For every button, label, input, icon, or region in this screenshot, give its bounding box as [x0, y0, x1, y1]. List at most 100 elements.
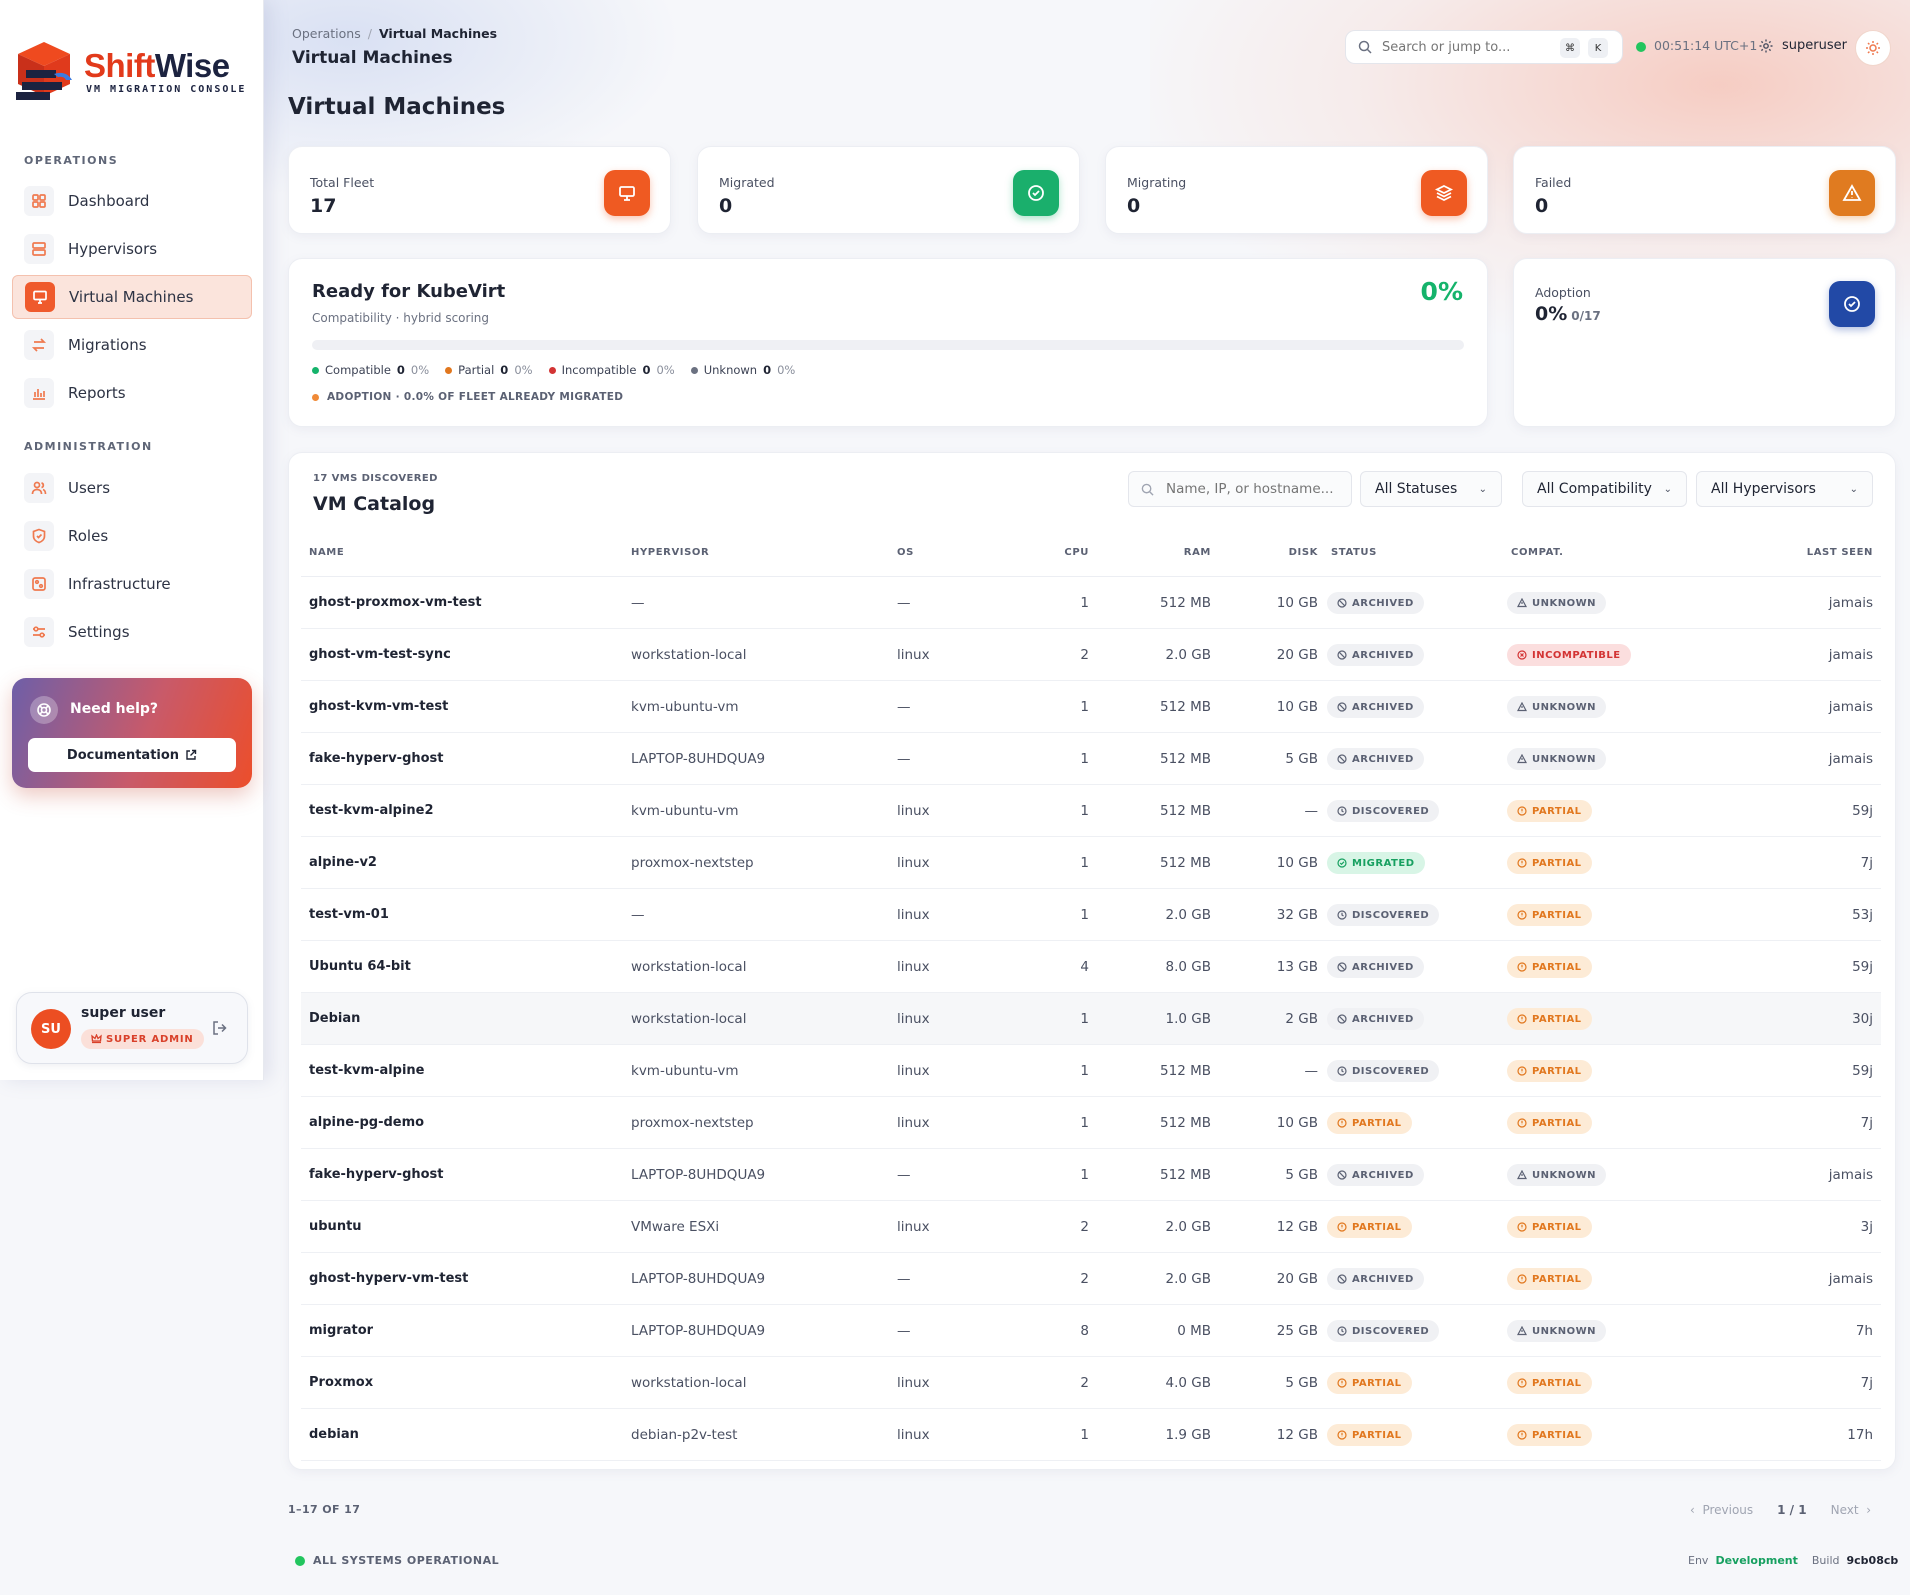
previous-page-button[interactable]: ‹ Previous — [1690, 1503, 1753, 1517]
vm-count: 17 VMS DISCOVERED — [313, 473, 438, 484]
sidebar-item-virtual-machines[interactable]: Virtual Machines — [12, 275, 252, 319]
table-row[interactable]: test-vm-01 — linux 1 2.0 GB 32 GB DISCOVERED PA… — [301, 889, 1881, 941]
warning-icon — [1829, 170, 1875, 216]
col-compat[interactable]: COMPAT. — [1511, 547, 1563, 558]
table-row[interactable]: alpine-v2 proxmox-nextstep linux 1 512 MB 10 … — [301, 837, 1881, 889]
header-username[interactable]: superuser — [1782, 38, 1847, 53]
table-row[interactable]: ghost-vm-test-sync workstation-local linux… — [301, 629, 1881, 681]
vm-name[interactable]: ghost-vm-test-sync — [309, 647, 451, 662]
monitor-icon — [604, 170, 650, 216]
vm-name[interactable]: ghost-hyperv-vm-test — [309, 1271, 468, 1286]
col-name[interactable]: NAME — [309, 547, 344, 558]
col-cpu[interactable]: CPU — [1009, 547, 1089, 558]
documentation-button[interactable]: Documentation — [28, 738, 236, 772]
compat-badge: UNKNOWN — [1507, 1320, 1607, 1342]
sidebar-item-dashboard[interactable]: Dashboard — [12, 179, 252, 223]
vm-last-seen: jamais — [1828, 751, 1873, 767]
vm-name[interactable]: test-vm-01 — [309, 907, 389, 922]
vm-disk: — — [1304, 803, 1319, 819]
vm-name[interactable]: ghost-proxmox-vm-test — [309, 595, 482, 610]
vm-search[interactable] — [1128, 471, 1352, 507]
table-row[interactable]: alpine-pg-demo proxmox-nextstep linux 1 512 … — [301, 1097, 1881, 1149]
vm-cpu: 1 — [1080, 751, 1089, 767]
app-logo[interactable]: ShiftWise VM MIGRATION CONSOLE — [14, 40, 246, 104]
table-row[interactable]: ghost-hyperv-vm-test LAPTOP-8UHDQUA9 — 2 2.0… — [301, 1253, 1881, 1305]
col-ram[interactable]: RAM — [1111, 547, 1211, 558]
vm-search-input[interactable] — [1166, 481, 1346, 497]
next-page-button[interactable]: Next › — [1831, 1503, 1871, 1517]
vm-name[interactable]: alpine-pg-demo — [309, 1115, 424, 1130]
hypervisor-filter-select[interactable]: All Hypervisors ⌄ — [1696, 471, 1873, 507]
vm-name[interactable]: migrator — [309, 1323, 373, 1338]
vm-name[interactable]: Proxmox — [309, 1375, 373, 1390]
breadcrumb-operations[interactable]: Operations — [292, 26, 361, 41]
table-row[interactable]: fake-hyperv-ghost LAPTOP-8UHDQUA9 — 1 512 MB… — [301, 733, 1881, 785]
catalog-title: VM Catalog — [313, 493, 436, 515]
alert-circle-icon — [1517, 1118, 1527, 1128]
vm-ram: 512 MB — [1160, 751, 1211, 767]
vm-last-seen: 59j — [1852, 803, 1873, 819]
table-row[interactable]: ubuntu VMware ESXi linux 2 2.0 GB 12 GB PARTIA… — [301, 1201, 1881, 1253]
vm-os: linux — [897, 1427, 930, 1443]
vm-cpu: 1 — [1080, 803, 1089, 819]
vm-name[interactable]: fake-hyperv-ghost — [309, 1167, 444, 1182]
vm-name[interactable]: fake-hyperv-ghost — [309, 751, 444, 766]
status-badge: DISCOVERED — [1327, 1060, 1440, 1082]
sidebar-item-roles[interactable]: Roles — [12, 514, 252, 558]
external-link-icon — [186, 749, 197, 760]
gear-icon[interactable] — [1758, 38, 1774, 54]
lifebuoy-icon — [30, 696, 58, 724]
vm-cpu: 2 — [1080, 1271, 1089, 1287]
compat-badge: UNKNOWN — [1507, 748, 1607, 770]
clock-icon — [1337, 806, 1347, 816]
table-row[interactable]: ghost-proxmox-vm-test — — 1 512 MB 10 GB ARCHI… — [301, 577, 1881, 629]
theme-toggle-button[interactable] — [1855, 30, 1891, 66]
sidebar-item-users[interactable]: Users — [12, 466, 252, 510]
table-row[interactable]: ghost-kvm-vm-test kvm-ubuntu-vm — 1 512 MB 10… — [301, 681, 1881, 733]
col-hypervisor[interactable]: HYPERVISOR — [631, 547, 709, 558]
status-badge: ARCHIVED — [1327, 1164, 1424, 1186]
col-disk[interactable]: DISK — [1218, 547, 1318, 558]
logout-icon[interactable] — [211, 1019, 229, 1037]
sidebar-item-settings[interactable]: Settings — [12, 610, 252, 654]
table-header: NAME HYPERVISOR OS CPU RAM DISK STATUS C… — [301, 547, 1881, 577]
vm-ram: 512 MB — [1160, 595, 1211, 611]
table-row[interactable]: test-kvm-alpine2 kvm-ubuntu-vm linux 1 512 M… — [301, 785, 1881, 837]
sidebar-item-reports[interactable]: Reports — [12, 371, 252, 415]
sidebar-item-infrastructure[interactable]: Infrastructure — [12, 562, 252, 606]
vm-name[interactable]: alpine-v2 — [309, 855, 377, 870]
col-status[interactable]: STATUS — [1331, 547, 1377, 558]
table-row[interactable]: test-kvm-alpine kvm-ubuntu-vm linux 1 512 MB… — [301, 1045, 1881, 1097]
col-os[interactable]: OS — [897, 547, 914, 558]
alert-circle-icon — [1517, 806, 1527, 816]
vm-name[interactable]: Ubuntu 64-bit — [309, 959, 411, 974]
table-row[interactable]: debian debian-p2v-test linux 1 1.9 GB 12 GB PA… — [301, 1409, 1881, 1461]
sidebar-item-hypervisors[interactable]: Hypervisors — [12, 227, 252, 271]
vm-disk: — — [1304, 1063, 1319, 1079]
table-row[interactable]: migrator LAPTOP-8UHDQUA9 — 8 0 MB 25 GB DISCOV… — [301, 1305, 1881, 1357]
col-last-seen[interactable]: LAST SEEN — [1773, 547, 1873, 558]
global-search[interactable]: ⌘ K — [1345, 30, 1623, 64]
table-row[interactable]: fake-hyperv-ghost LAPTOP-8UHDQUA9 — 1 512 MB… — [301, 1149, 1881, 1201]
table-row[interactable]: Ubuntu 64-bit workstation-local linux 4 8.0 … — [301, 941, 1881, 993]
vm-name[interactable]: test-kvm-alpine — [309, 1063, 425, 1078]
table-row[interactable]: Proxmox workstation-local linux 2 4.0 GB 5 GB… — [301, 1357, 1881, 1409]
global-search-input[interactable] — [1382, 39, 1552, 55]
vm-name[interactable]: debian — [309, 1427, 359, 1442]
vm-disk: 12 GB — [1276, 1427, 1318, 1443]
user-card[interactable]: SU super user SUPER ADMIN — [16, 992, 248, 1064]
vm-name[interactable]: ubuntu — [309, 1219, 362, 1234]
kubevirt-readiness-card: Ready for KubeVirt Compatibility · hybri… — [288, 258, 1488, 427]
vm-ram: 4.0 GB — [1165, 1375, 1211, 1391]
vm-os: linux — [897, 1011, 930, 1027]
compat-filter-select[interactable]: All Compatibility ⌄ — [1522, 471, 1687, 507]
status-filter-select[interactable]: All Statuses ⌄ — [1360, 471, 1502, 507]
warning-icon — [1517, 598, 1527, 608]
legend-unknown: Unknown 0 0% — [690, 363, 795, 377]
sidebar-item-migrations[interactable]: Migrations — [12, 323, 252, 367]
search-icon — [1141, 483, 1154, 496]
vm-name[interactable]: test-kvm-alpine2 — [309, 803, 434, 818]
table-row[interactable]: Debian workstation-local linux 1 1.0 GB 2 GB A… — [301, 993, 1881, 1045]
vm-name[interactable]: ghost-kvm-vm-test — [309, 699, 448, 714]
vm-name[interactable]: Debian — [309, 1011, 360, 1026]
